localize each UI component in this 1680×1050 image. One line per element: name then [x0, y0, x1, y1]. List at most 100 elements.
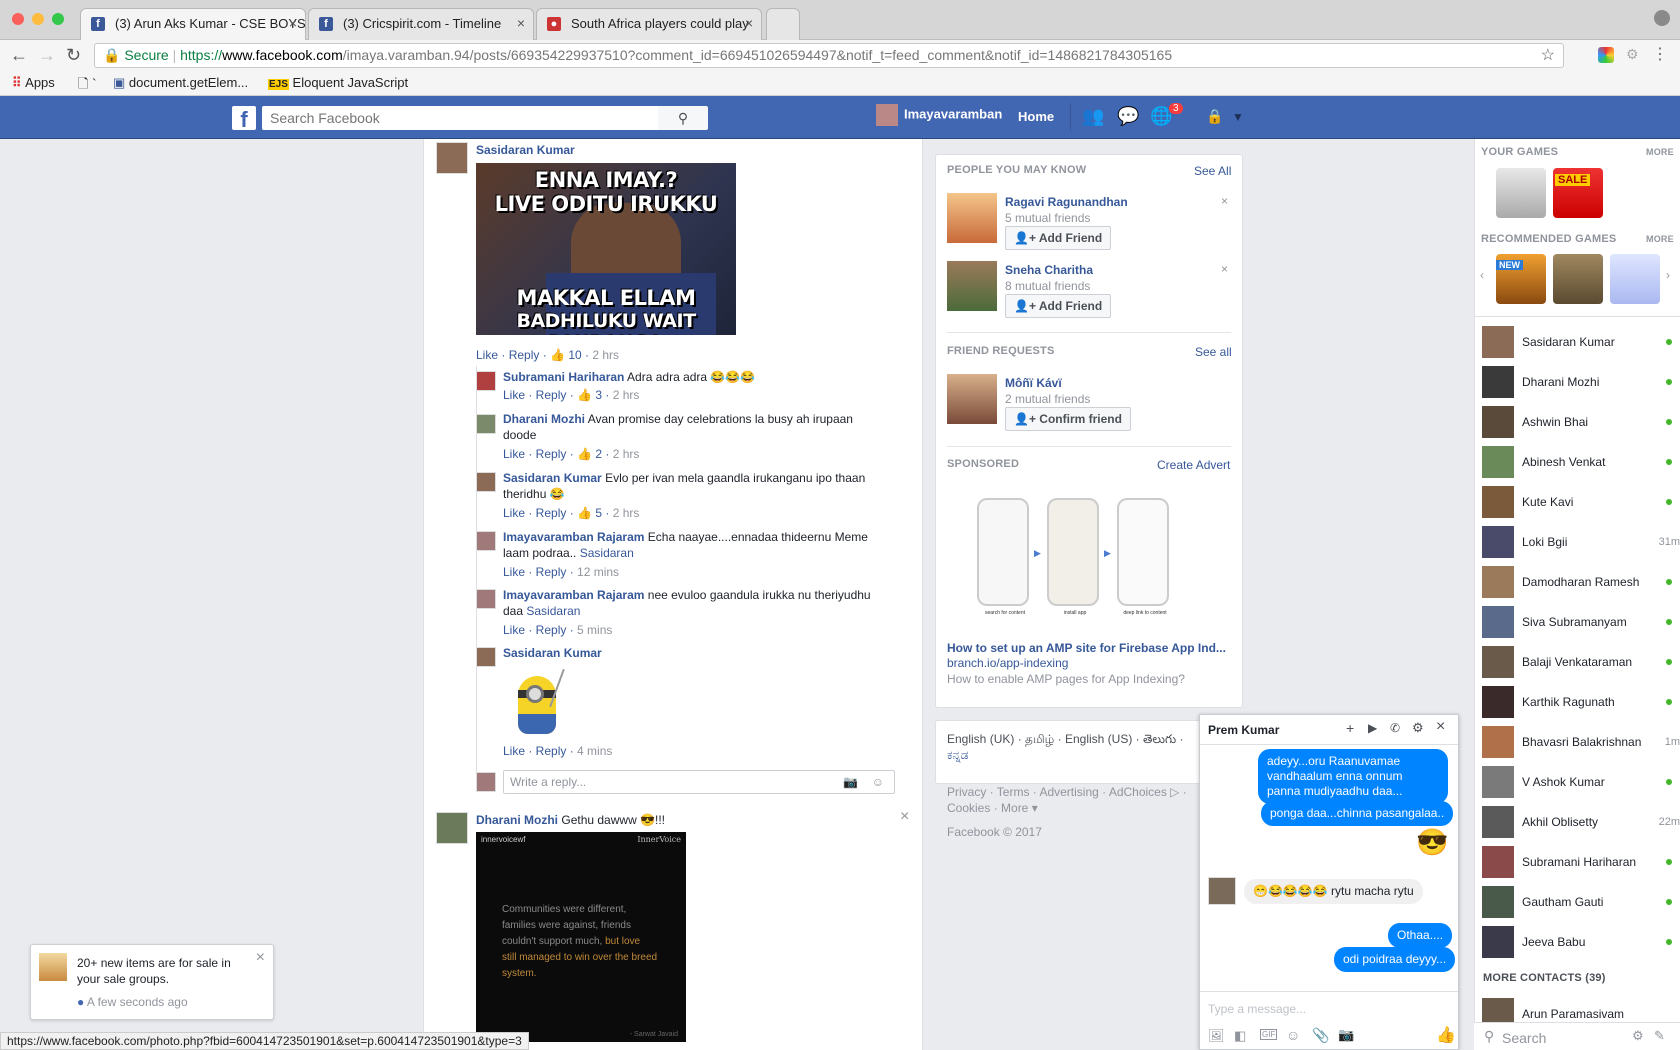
close-window-button[interactable]	[12, 13, 24, 25]
facebook-logo-icon[interactable]: f	[232, 106, 256, 132]
video-call-icon[interactable]: ▶	[1368, 721, 1377, 735]
chat-contact[interactable]: Bhavasri Balakrishnan 1m	[1482, 726, 1680, 758]
chat-contact[interactable]: Siva Subramanyam	[1482, 606, 1672, 638]
suggestion-name[interactable]: Ragavi Ragunandhan	[1005, 194, 1128, 210]
avatar[interactable]	[476, 472, 496, 492]
avatar[interactable]	[947, 374, 997, 424]
close-icon[interactable]: ×	[1436, 718, 1445, 736]
suggestion-name[interactable]: Sneha Charitha	[1005, 262, 1093, 278]
chat-contact[interactable]: Sasidaran Kumar	[1482, 326, 1672, 358]
photo-icon[interactable]: 🖼	[1208, 1028, 1225, 1044]
profile-link[interactable]: Imayavaramban	[876, 104, 1002, 126]
maximize-window-button[interactable]	[52, 13, 64, 25]
see-all-link[interactable]: See All	[1194, 164, 1231, 178]
chevron-right-icon[interactable]: ›	[1666, 268, 1670, 282]
message-input[interactable]: Type a message...	[1208, 1002, 1306, 1016]
request-name[interactable]: Môñï Kávï	[1005, 375, 1062, 391]
close-icon[interactable]: ×	[900, 808, 909, 826]
close-icon[interactable]: ×	[256, 949, 265, 967]
minimize-window-button[interactable]	[32, 13, 44, 25]
add-friend-button[interactable]: 👤+ Add Friend	[1005, 294, 1112, 318]
footer-links-2[interactable]: Cookies · More ▾	[947, 800, 1038, 817]
language-kannada[interactable]: ಕನ್ನಡ	[947, 747, 968, 764]
chat-contact[interactable]: Karthik Ragunath	[1482, 686, 1672, 718]
avatar[interactable]	[436, 142, 468, 174]
meme-image[interactable]: ENNA IMAY.? LIVE ODITU IRUKKU MAKKAL ELL…	[476, 163, 736, 335]
camera-icon[interactable]: 📷	[843, 771, 858, 793]
reply-author[interactable]: Dharani Mozhi	[503, 412, 585, 426]
menu-icon[interactable]: ⋮	[1652, 44, 1668, 64]
close-tab-icon[interactable]: ×	[745, 15, 753, 31]
avatar[interactable]	[1208, 877, 1236, 905]
ad-title[interactable]: How to set up an AMP site for Firebase A…	[947, 640, 1231, 656]
new-tab-button[interactable]	[766, 8, 800, 40]
camera-icon[interactable]: 📷	[1338, 1027, 1354, 1043]
chat-contact[interactable]: Kute Kavi	[1482, 486, 1672, 518]
language-list[interactable]: English (UK) · தமிழ் · English (US) · తె…	[947, 731, 1183, 748]
chevron-left-icon[interactable]: ‹	[1480, 268, 1484, 282]
emoji-icon[interactable]: ☺	[1286, 1027, 1300, 1043]
thumbs-up-icon[interactable]: 👍	[1436, 1025, 1456, 1045]
chat-contact[interactable]: V Ashok Kumar	[1482, 766, 1672, 798]
compose-icon[interactable]: ✎	[1654, 1028, 1665, 1044]
avatar[interactable]	[476, 371, 496, 391]
forward-arrow-icon[interactable]: →	[38, 45, 56, 66]
reply-author[interactable]: Imayavaramban Rajaram	[503, 588, 644, 602]
chat-contact-name[interactable]: Prem Kumar	[1208, 723, 1279, 737]
chat-contact[interactable]: Damodharan Ramesh	[1482, 566, 1672, 598]
confirm-friend-button[interactable]: 👤+ Confirm friend	[1005, 407, 1131, 431]
browser-tab-3[interactable]: ● South Africa players could play ×	[536, 8, 762, 40]
ad-domain[interactable]: branch.io/app-indexing	[947, 655, 1068, 671]
chat-contact[interactable]: Subramani Hariharan	[1482, 846, 1672, 878]
ad-image[interactable]: ▶ ▶ search for content install app deep …	[947, 490, 1231, 620]
chat-contact[interactable]: Abinesh Venkat	[1482, 446, 1672, 478]
bookmark-star-icon[interactable]: ☆	[1541, 44, 1555, 67]
bookmark-item[interactable]: EJS Eloquent JavaScript	[268, 75, 408, 90]
facebook-search-input[interactable]	[262, 106, 658, 130]
see-all-link[interactable]: See all	[1195, 345, 1232, 359]
game-icon[interactable]: SALE	[1553, 168, 1603, 218]
like-count[interactable]: 10	[568, 348, 581, 362]
reload-icon[interactable]: ↻	[66, 45, 81, 66]
url-field[interactable]: 🔒 Secure | https://www.facebook.com/imay…	[94, 43, 1564, 68]
avatar[interactable]	[436, 812, 468, 844]
close-tab-icon[interactable]: ×	[289, 15, 297, 31]
game-icon[interactable]	[1496, 168, 1546, 218]
chat-contact[interactable]: Dharani Mozhi	[1482, 366, 1672, 398]
home-link[interactable]: Home	[1018, 109, 1054, 124]
chat-contact[interactable]: Balaji Venkataraman	[1482, 646, 1672, 678]
close-tab-icon[interactable]: ×	[517, 15, 525, 31]
game-icon[interactable]	[1553, 254, 1603, 304]
game-icon[interactable]: NEW	[1496, 254, 1546, 304]
chevron-down-icon[interactable]: ▼	[1232, 110, 1244, 124]
avatar[interactable]	[947, 261, 997, 311]
like-link[interactable]: Like	[476, 348, 498, 362]
gif-icon[interactable]: GIF	[1260, 1029, 1278, 1040]
create-advert-link[interactable]: Create Advert	[1157, 458, 1230, 472]
back-arrow-icon[interactable]: ←	[10, 45, 28, 66]
tagged-user-link[interactable]: Sasidaran	[526, 604, 580, 618]
emoji-icon[interactable]: ☺	[872, 771, 884, 793]
chat-contact[interactable]: Akhil Oblisetty 22m	[1482, 806, 1680, 838]
quote-image[interactable]: innervoicewf InnerVoice Communities were…	[476, 832, 686, 1042]
reply-author[interactable]: Imayavaramban Rajaram	[503, 530, 644, 544]
privacy-lock-icon[interactable]: 🔒	[1206, 108, 1223, 125]
extension-icon[interactable]	[1598, 47, 1614, 63]
browser-tab-2[interactable]: f (3) Cricspirit.com - Timeline ×	[308, 8, 534, 40]
avatar[interactable]	[476, 647, 496, 667]
game-icon[interactable]	[1610, 254, 1660, 304]
comment-author[interactable]: Sasidaran Kumar	[476, 142, 575, 158]
minion-sticker[interactable]	[506, 668, 576, 742]
browser-tab-1[interactable]: f (3) Arun Aks Kumar - CSE BOYS ×	[80, 8, 306, 40]
more-games-link[interactable]: MORE	[1646, 147, 1674, 157]
chat-search-input[interactable]: Search	[1502, 1030, 1546, 1046]
footer-links[interactable]: Privacy · Terms · Advertising · AdChoice…	[947, 784, 1187, 801]
gear-icon[interactable]: ⚙	[1412, 720, 1424, 736]
search-icon[interactable]: ⚲	[658, 106, 708, 130]
profile-icon[interactable]	[1654, 10, 1670, 26]
chat-contact[interactable]: Loki Bgii 31m	[1482, 526, 1680, 558]
bookmark-item[interactable]: ▣ document.getElem...	[113, 75, 248, 91]
messenger-header[interactable]: Prem Kumar + ▶ ✆ ⚙ ×	[1200, 715, 1458, 745]
avatar[interactable]	[947, 193, 997, 243]
avatar[interactable]	[476, 589, 496, 609]
